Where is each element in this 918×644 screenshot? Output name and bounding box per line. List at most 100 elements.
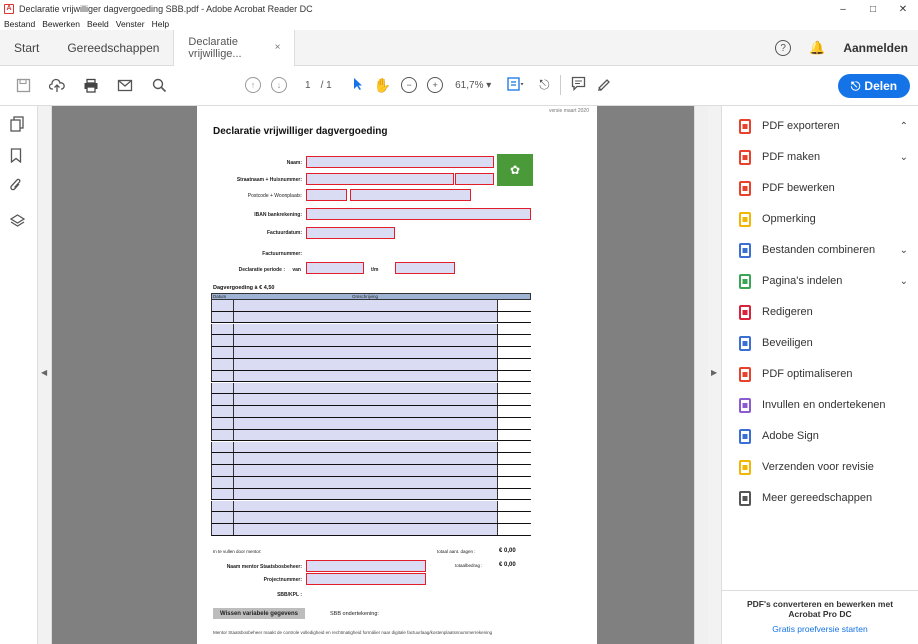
description-cell[interactable] [234,500,498,512]
expand-chevron-icon[interactable]: ⌄ [900,245,908,256]
maximize-button[interactable]: □ [858,0,888,18]
stamp-icon[interactable]: ⎋ [539,77,549,93]
description-cell[interactable] [234,359,498,370]
page-number-input[interactable]: 1 [305,80,311,91]
description-cell[interactable] [234,323,498,335]
field-housenumber[interactable] [455,173,494,185]
help-icon[interactable]: ? [775,40,792,56]
field-invoice-date[interactable] [306,227,395,239]
date-cell[interactable] [212,524,234,535]
tool-item-8[interactable]: PDF optimaliseren [722,359,918,389]
comment-tool-icon[interactable] [571,76,586,94]
signin-link[interactable]: Aanmelden [843,41,908,55]
field-iban[interactable] [306,208,531,220]
description-cell[interactable] [234,311,498,323]
left-panel-toggle[interactable]: ◀ [38,106,52,644]
menu-help[interactable]: Help [152,19,169,29]
print-icon[interactable] [80,75,102,97]
field-postal[interactable] [306,189,347,201]
date-cell[interactable] [212,488,234,500]
date-cell[interactable] [212,453,234,464]
zoom-in-icon[interactable]: + [427,77,444,93]
next-page-icon[interactable]: ↓ [271,77,287,93]
fit-page-icon[interactable] [507,76,525,94]
tool-item-11[interactable]: Verzenden voor revisie [722,452,918,482]
tool-item-6[interactable]: Redigeren [722,297,918,327]
expand-chevron-icon[interactable]: ⌄ [900,276,908,287]
tool-item-10[interactable]: Adobe Sign [722,421,918,451]
expand-chevron-icon[interactable]: ⌄ [900,152,908,163]
date-cell[interactable] [212,347,234,358]
menu-bewerken[interactable]: Bewerken [42,19,80,29]
save-icon[interactable] [12,75,34,97]
description-cell[interactable] [234,382,498,394]
email-icon[interactable] [114,75,136,97]
vertical-scrollbar[interactable] [694,106,708,644]
search-icon[interactable] [148,75,170,97]
upload-cloud-icon[interactable] [46,75,68,97]
previous-page-icon[interactable]: ↑ [245,77,261,93]
notification-bell-icon[interactable]: 🔔 [809,40,825,56]
description-cell[interactable] [234,512,498,523]
document-canvas[interactable]: versie maart 2020 Declaratie vrijwillige… [52,106,708,644]
date-cell[interactable] [212,500,234,512]
zoom-out-icon[interactable]: − [401,77,418,93]
zoom-level-dropdown[interactable]: 61,7% ▾ [455,80,491,91]
date-cell[interactable] [212,465,234,476]
highlight-pen-icon[interactable] [596,76,611,94]
description-cell[interactable] [234,418,498,429]
description-cell[interactable] [234,488,498,500]
date-cell[interactable] [212,406,234,417]
attachments-icon[interactable] [10,178,22,196]
layers-icon[interactable] [9,214,26,232]
field-project-number[interactable] [306,573,426,585]
description-cell[interactable] [234,453,498,464]
description-cell[interactable] [234,429,498,441]
date-cell[interactable] [212,512,234,523]
date-cell[interactable] [212,323,234,335]
right-panel-toggle[interactable]: ▶ [708,106,722,644]
expand-chevron-icon[interactable]: ⌃ [900,121,908,132]
menu-venster[interactable]: Venster [116,19,145,29]
date-cell[interactable] [212,382,234,394]
field-street[interactable] [306,173,454,185]
description-cell[interactable] [234,370,498,382]
tab-tools[interactable]: Gereedschappen [53,30,173,66]
date-cell[interactable] [212,370,234,382]
tab-start[interactable]: Start [0,30,53,66]
description-cell[interactable] [234,300,498,311]
date-cell[interactable] [212,394,234,405]
description-cell[interactable] [234,477,498,488]
minimize-button[interactable]: – [828,0,858,18]
field-name[interactable] [306,156,494,168]
tool-item-1[interactable]: PDF maken ⌄ [722,142,918,172]
menu-bestand[interactable]: Bestand [4,19,35,29]
date-cell[interactable] [212,418,234,429]
date-cell[interactable] [212,311,234,323]
description-cell[interactable] [234,465,498,476]
share-button[interactable]: ⎋ Delen [838,74,910,98]
field-mentor-name[interactable] [306,560,426,572]
menu-beeld[interactable]: Beeld [87,19,109,29]
date-cell[interactable] [212,441,234,453]
date-cell[interactable] [212,359,234,370]
tool-item-3[interactable]: Opmerking [722,204,918,234]
tool-item-0[interactable]: PDF exporteren ⌃ [722,111,918,141]
tool-item-12[interactable]: Meer gereedschappen [722,483,918,513]
bookmarks-icon[interactable] [10,148,22,166]
description-cell[interactable] [234,406,498,417]
description-cell[interactable] [234,394,498,405]
field-period-from[interactable] [306,262,364,274]
description-cell[interactable] [234,335,498,346]
tool-item-4[interactable]: Bestanden combineren ⌄ [722,235,918,265]
page-thumbnails-icon[interactable] [10,116,24,135]
description-cell[interactable] [234,524,498,535]
field-city[interactable] [350,189,471,201]
tool-item-7[interactable]: Beveiligen [722,328,918,358]
description-cell[interactable] [234,347,498,358]
field-period-to[interactable] [395,262,455,274]
hand-tool-icon[interactable]: ✋ [374,77,391,94]
tab-document[interactable]: Declaratie vrijwillige... × [173,29,296,66]
date-cell[interactable] [212,300,234,311]
date-cell[interactable] [212,477,234,488]
